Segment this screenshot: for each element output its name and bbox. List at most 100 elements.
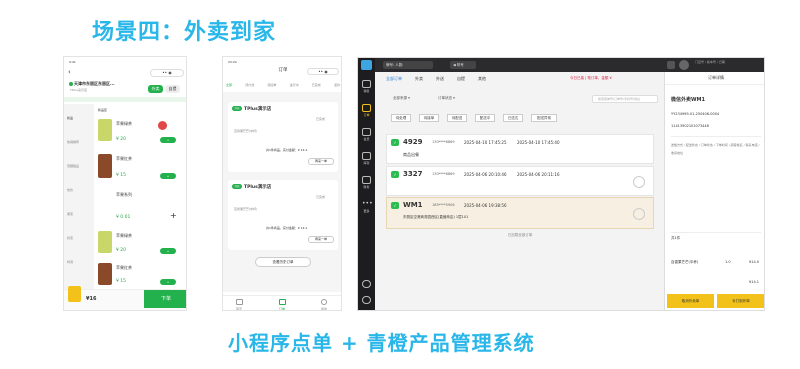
add-icon[interactable]: + (170, 211, 177, 220)
status-time: 23:24 (228, 60, 237, 64)
more-icon[interactable]: ••• (362, 200, 373, 208)
order-tabs: 全部 待付款 待接单 进行中 已完成 退款 (226, 83, 340, 87)
sidebar-item-inventory[interactable]: 库存 (359, 161, 374, 165)
reorder-button[interactable]: 再来一单 (308, 236, 334, 243)
nav-home[interactable]: 首页 (236, 307, 242, 310)
select-button[interactable]: + (160, 137, 176, 143)
capsule-icon[interactable]: •• ◉ (307, 68, 339, 75)
tab-all-orders[interactable]: 全部订单 (386, 76, 402, 82)
status-time: 9:41 (69, 60, 76, 64)
product-image (98, 231, 112, 253)
tab-done[interactable]: 已完成 (312, 83, 321, 87)
android-icon[interactable] (667, 61, 675, 69)
profile-icon[interactable] (321, 299, 327, 305)
category-item[interactable]: 特调 (67, 260, 73, 264)
sidebar-item-more[interactable]: 更多 (359, 209, 374, 213)
sidebar-item-sales[interactable]: 销售 (359, 89, 374, 93)
tab-takeaway[interactable]: 外卖 (415, 76, 423, 82)
category-item[interactable]: 热饮 (67, 188, 73, 192)
product-price: ¥ 20 (116, 248, 127, 253)
sidebar-item-orders[interactable]: 订单 (359, 113, 374, 117)
tab-all[interactable]: 全部 (226, 83, 232, 87)
page-subtitle: 小程序点单 + 青橙产品管理系统 (228, 331, 535, 355)
select-button[interactable]: + (160, 279, 176, 285)
detail-order-no: YY234999-01-250406-0004 (671, 112, 720, 116)
wechat-icon: ✓ (391, 139, 399, 146)
status-dropdown[interactable]: 订单状态 ▾ (438, 96, 455, 101)
reorder-button[interactable]: 再来一单 (308, 158, 334, 165)
product-name: 苹果绿茶 (116, 121, 132, 126)
home-icon[interactable] (236, 299, 243, 305)
cart-icon[interactable] (68, 286, 81, 302)
crown-icon[interactable] (362, 128, 371, 136)
power-icon[interactable] (362, 296, 371, 304)
call-field[interactable]: ◀ 呼号 (450, 61, 476, 69)
nav-orders[interactable]: 订单 (279, 307, 285, 310)
order-row-selected[interactable]: ✓ WM1 185****5906 2025-04-06 19:38:56 东丽… (386, 197, 654, 229)
inventory-icon[interactable] (362, 152, 371, 160)
item-price: ¥14.0 (749, 260, 760, 264)
nav-mine[interactable]: 我的 (321, 307, 327, 310)
capsule-icon[interactable]: •• ◉ (150, 69, 184, 77)
history-button[interactable]: 查看历史订单 (255, 257, 311, 267)
wechat-icon: ✓ (391, 202, 399, 209)
filter-btn[interactable]: 待接单 (419, 114, 439, 122)
app-logo (361, 60, 372, 70)
order-time: 2025-04-10 17:45:25 (464, 140, 507, 145)
order-row[interactable]: ✓ 3327 130****6869 2025-04-06 20:10:46 2… (386, 166, 654, 196)
tab-unpaid[interactable]: 待付款 (245, 83, 254, 87)
divider (671, 136, 761, 137)
order-number: WM1 (403, 201, 423, 209)
tab-other[interactable]: 其他 (478, 76, 486, 82)
tab-delivery[interactable]: 外送 (436, 76, 444, 82)
table-field[interactable]: 牌号: 人数: (383, 61, 433, 69)
category-item[interactable]: 奶茶 (67, 236, 73, 240)
pickup-toggle[interactable]: 自提 (165, 85, 180, 93)
order-phone: 130****6869 (432, 140, 455, 144)
bell-icon[interactable] (362, 280, 371, 288)
badge-icon (158, 121, 167, 130)
filter-btn[interactable]: 待配送 (447, 114, 467, 122)
back-icon[interactable]: ‹ (68, 68, 71, 76)
select-button[interactable]: + (160, 173, 176, 179)
filter-btn[interactable]: 已送达 (503, 114, 523, 122)
tab-inprogress[interactable]: 进行中 (290, 83, 299, 87)
filter-btn[interactable]: 配送中 (475, 114, 495, 122)
product-line: 百香果芒芒(中杯) (234, 207, 258, 211)
finance-icon[interactable] (362, 176, 371, 184)
address-text[interactable]: 天津市东丽区东丽区... (74, 81, 115, 87)
order-button[interactable]: 下单 (144, 290, 186, 308)
cancel-order-button[interactable]: 取消外卖单 (667, 294, 714, 308)
order-time: 2025-04-06 20:10:46 (464, 172, 507, 177)
load-more-text: 已加载全部订单 (507, 233, 533, 237)
category-item[interactable]: 热销推荐 (67, 140, 79, 144)
tab-pickup[interactable]: 自提 (457, 76, 465, 82)
avatar[interactable] (679, 60, 689, 70)
store-info: TPlus演示店 (70, 88, 87, 92)
filter-btn[interactable]: 待处理 (391, 114, 411, 122)
search-input[interactable]: 搜索取单号/订单号/手机号/地址 (592, 95, 658, 103)
order-row[interactable]: ✓ 4929 130****6869 2025-04-10 17:45:25 2… (386, 134, 654, 164)
sales-icon[interactable] (362, 80, 371, 88)
order-card[interactable]: 外卖 TPlus演示店 已完成 百香果芒芒(中杯) 共1件商品，实付金额：¥ 1… (228, 102, 338, 172)
cart-total: ¥16 (86, 296, 97, 302)
product-price: ¥ 0.01 (116, 215, 131, 220)
takeaway-tag: 外卖 (232, 106, 242, 111)
category-item[interactable]: 果茶 (67, 212, 73, 216)
category-item[interactable]: 低糖甜品 (67, 164, 79, 168)
tab-pending[interactable]: 待接单 (267, 83, 276, 87)
sidebar-item-finance[interactable]: 财务 (359, 185, 374, 189)
filter-btn[interactable]: 配送异常 (531, 114, 557, 122)
category-item[interactable]: 新品 (67, 116, 73, 120)
filter-dropdown[interactable]: 全部来源 ▾ (393, 96, 410, 101)
tab-refund[interactable]: 退款 (334, 83, 340, 87)
order-card[interactable]: 外卖 TPlus演示店 已完成 百香果芒芒(中杯) 共1件商品，实付金额：¥ 1… (228, 180, 338, 250)
orders-icon[interactable] (279, 299, 286, 305)
select-button[interactable]: + (160, 248, 176, 254)
orders-icon[interactable] (362, 104, 371, 112)
product-name: 苹果系列 (116, 192, 132, 197)
sidebar-item-members[interactable]: 会员 (359, 137, 374, 141)
takeaway-toggle[interactable]: 外卖 (148, 85, 163, 93)
order-detail-panel: 订单详情 微信外卖WM1 YY234999-01-250406-0004 114… (664, 72, 764, 310)
reprint-button[interactable]: 补打制作单 (717, 294, 764, 308)
